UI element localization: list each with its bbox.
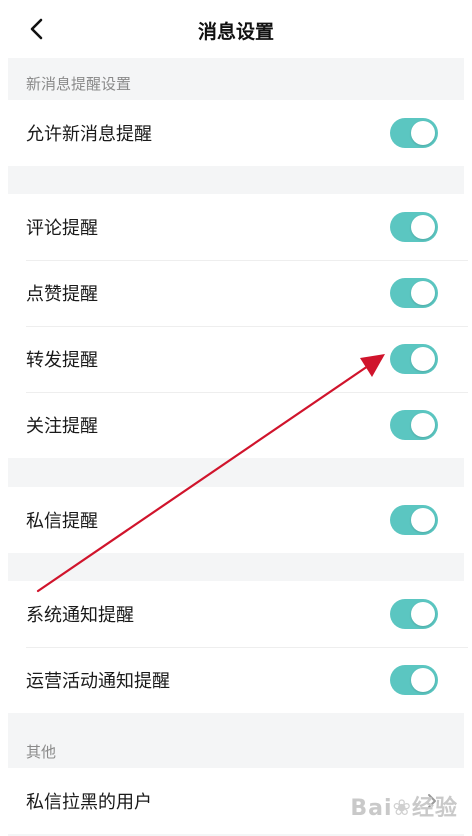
row-label: 允许新消息提醒	[26, 124, 152, 145]
row-label: 系统通知提醒	[26, 605, 134, 626]
settings-screen: 消息设置 新消息提醒设置 允许新消息提醒 评论提醒 点赞提醒 转发提醒 关注提醒	[0, 0, 472, 836]
row-private-message: 私信提醒	[8, 487, 468, 553]
toggle-knob	[411, 602, 435, 626]
row-label: 评论提醒	[26, 218, 98, 239]
toggle-knob	[411, 347, 435, 371]
row-label: 点赞提醒	[26, 284, 98, 305]
row-like: 点赞提醒	[8, 260, 468, 326]
toggle-follow[interactable]	[390, 410, 438, 440]
row-label: 私信提醒	[26, 511, 98, 532]
toggle-like[interactable]	[390, 278, 438, 308]
toggle-knob	[411, 508, 435, 532]
group-interactions: 评论提醒 点赞提醒 转发提醒 关注提醒	[8, 194, 468, 458]
row-label: 私信拉黑的用户	[26, 792, 152, 813]
toggle-system-notice[interactable]	[390, 599, 438, 629]
row-label: 关注提醒	[26, 416, 98, 437]
row-comment: 评论提醒	[8, 194, 468, 260]
toggle-knob	[411, 215, 435, 239]
toggle-knob	[411, 121, 435, 145]
section-label-new-message: 新消息提醒设置	[26, 75, 132, 93]
row-repost: 转发提醒	[8, 326, 468, 392]
toggle-knob	[411, 668, 435, 692]
group-allow: 允许新消息提醒	[8, 100, 468, 166]
paw-icon: ❀	[392, 796, 412, 821]
toggle-knob	[411, 413, 435, 437]
page-title: 消息设置	[197, 21, 274, 43]
section-label-other: 其他	[26, 743, 57, 761]
watermark-text: Bai	[350, 796, 393, 821]
toggle-private-message[interactable]	[390, 505, 438, 535]
toggle-knob	[411, 281, 435, 305]
watermark: Bai❀经验	[350, 790, 458, 822]
left-margin	[0, 0, 8, 836]
row-system-notice: 系统通知提醒	[8, 581, 468, 647]
row-label: 转发提醒	[26, 350, 98, 371]
group-system: 系统通知提醒 运营活动通知提醒	[8, 581, 468, 713]
toggle-operation-notice[interactable]	[390, 665, 438, 695]
row-operation-notice: 运营活动通知提醒	[8, 647, 468, 713]
toggle-comment[interactable]	[390, 212, 438, 242]
toggle-allow-new-message[interactable]	[390, 118, 438, 148]
group-private-message: 私信提醒	[8, 487, 468, 553]
row-follow: 关注提醒	[8, 392, 468, 458]
row-allow-new-message: 允许新消息提醒	[8, 100, 468, 166]
row-label: 运营活动通知提醒	[26, 671, 170, 692]
toggle-repost[interactable]	[390, 344, 438, 374]
watermark-suffix: 经验	[411, 796, 458, 821]
nav-header: 消息设置	[0, 0, 472, 58]
